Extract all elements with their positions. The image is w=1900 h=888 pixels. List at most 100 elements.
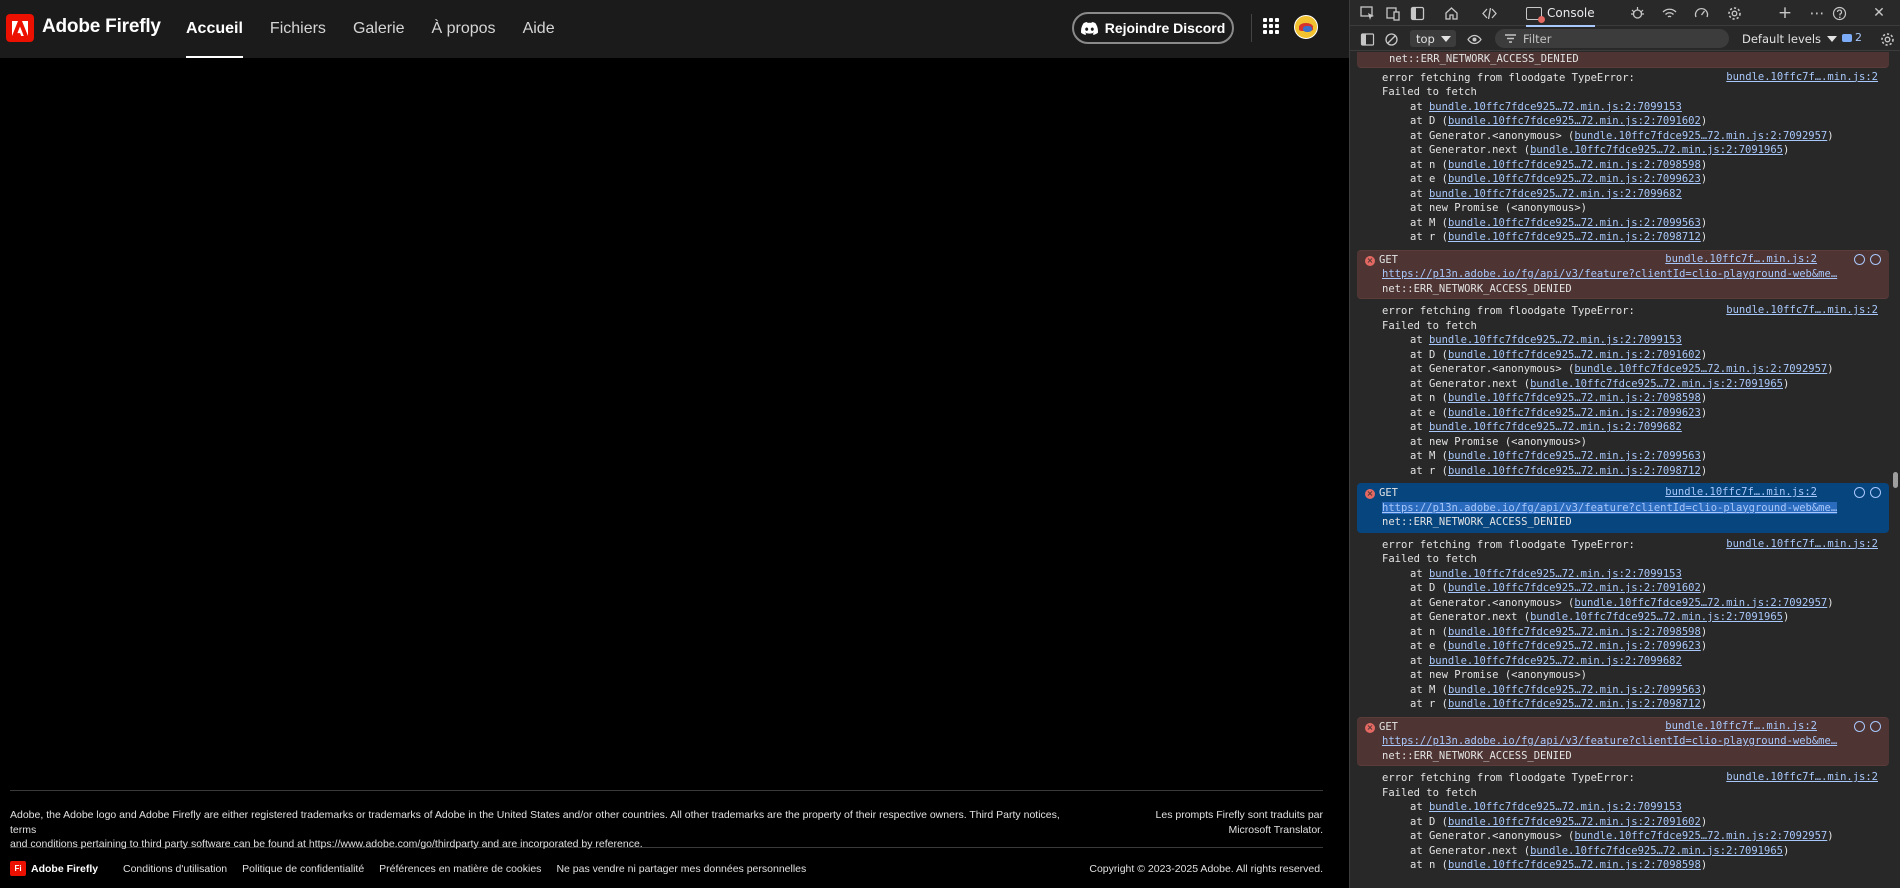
footer-link-privacy[interactable]: Politique de confidentialité bbox=[242, 863, 364, 875]
scrollbar-thumb[interactable] bbox=[1893, 472, 1898, 488]
clear-console-icon[interactable] bbox=[1382, 30, 1400, 48]
stack-frame-link[interactable]: bundle.10ffc7fdce925…72.min.js:2:7099623 bbox=[1448, 640, 1701, 652]
network-request-icon[interactable] bbox=[1854, 253, 1865, 265]
copy-icon[interactable] bbox=[1870, 253, 1881, 265]
context-select[interactable]: top bbox=[1410, 30, 1456, 47]
stack-frame-link[interactable]: bundle.10ffc7fdce925…72.min.js:2:7099153 bbox=[1429, 801, 1682, 813]
stack-frame-link[interactable]: bundle.10ffc7fdce925…72.min.js:2:7092957 bbox=[1574, 830, 1827, 842]
network-request-icon[interactable] bbox=[1854, 487, 1865, 498]
stack-frame: at r (bundle.10ffc7fdce925…72.min.js:2:7… bbox=[1410, 698, 1708, 710]
help-icon[interactable] bbox=[1830, 4, 1848, 22]
sidebar-toggle-icon[interactable] bbox=[1408, 4, 1426, 22]
elements-icon[interactable] bbox=[1480, 4, 1498, 22]
apps-grid-icon[interactable] bbox=[1263, 18, 1279, 34]
inspect-icon[interactable] bbox=[1358, 4, 1376, 22]
log-levels-dropdown[interactable]: Default levels bbox=[1742, 32, 1838, 46]
source-link[interactable]: bundle.10ffc7f….min.js:2 bbox=[1726, 71, 1878, 83]
source-link[interactable]: bundle.10ffc7f….min.js:2 bbox=[1665, 253, 1817, 265]
source-link[interactable]: bundle.10ffc7f….min.js:2 bbox=[1665, 720, 1817, 732]
stack-frame-link[interactable]: bundle.10ffc7fdce925…72.min.js:2:7099153 bbox=[1429, 101, 1682, 113]
sources-icon[interactable] bbox=[1628, 4, 1646, 22]
live-expression-eye-icon[interactable] bbox=[1465, 30, 1483, 48]
stack-frame: at bundle.10ffc7fdce925…72.min.js:2:7099… bbox=[1410, 100, 1682, 113]
stack-frame-link[interactable]: bundle.10ffc7fdce925…72.min.js:2:7099682 bbox=[1429, 188, 1682, 200]
stack-frame-link[interactable]: bundle.10ffc7fdce925…72.min.js:2:7091602 bbox=[1448, 115, 1701, 127]
close-icon[interactable]: ✕ bbox=[1870, 4, 1888, 22]
nav-item-accueil[interactable]: Accueil bbox=[186, 0, 243, 58]
adobe-logo-icon[interactable] bbox=[6, 14, 34, 42]
settings-icon[interactable] bbox=[1725, 4, 1743, 22]
source-link[interactable]: bundle.10ffc7f….min.js:2 bbox=[1726, 304, 1878, 316]
footer-link-terms[interactable]: Conditions d'utilisation bbox=[123, 863, 227, 875]
request-url-link[interactable]: https://p13n.adobe.io/fg/api/v3/feature?… bbox=[1382, 735, 1837, 747]
console-log-message[interactable]: error fetching from floodgate TypeError:… bbox=[1350, 68, 1890, 248]
stack-frame-link[interactable]: bundle.10ffc7fdce925…72.min.js:2:7092957 bbox=[1574, 363, 1827, 375]
home-icon[interactable] bbox=[1442, 4, 1460, 22]
performance-icon[interactable] bbox=[1692, 4, 1710, 22]
add-tab-icon[interactable]: + bbox=[1776, 3, 1794, 23]
stack-frame-link[interactable]: bundle.10ffc7fdce925…72.min.js:2:7098712 bbox=[1448, 231, 1701, 243]
footer-link-do-not-sell[interactable]: Ne pas vendre ni partager mes données pe… bbox=[556, 863, 806, 875]
stack-frame-link[interactable]: bundle.10ffc7fdce925…72.min.js:2:7099682 bbox=[1429, 421, 1682, 433]
console-log-message[interactable]: error fetching from floodgate TypeError:… bbox=[1350, 768, 1890, 876]
device-toolbar-icon[interactable] bbox=[1384, 4, 1402, 22]
stack-frame-link[interactable]: bundle.10ffc7fdce925…72.min.js:2:7098598 bbox=[1448, 859, 1701, 871]
network-icon[interactable] bbox=[1660, 4, 1678, 22]
stack-frame-link[interactable]: bundle.10ffc7fdce925…72.min.js:2:7099563 bbox=[1448, 450, 1701, 462]
console-log-message[interactable]: error fetching from floodgate TypeError:… bbox=[1350, 535, 1890, 715]
nav-item-galerie[interactable]: Galerie bbox=[353, 0, 405, 58]
console-log-message[interactable]: error fetching from floodgate TypeError:… bbox=[1350, 301, 1890, 481]
source-link[interactable]: bundle.10ffc7f….min.js:2 bbox=[1726, 538, 1878, 550]
tab-console[interactable]: Console bbox=[1526, 0, 1595, 27]
stack-frame-link[interactable]: bundle.10ffc7fdce925…72.min.js:2:7099623 bbox=[1448, 173, 1701, 185]
stack-frame-link[interactable]: bundle.10ffc7fdce925…72.min.js:2:7092957 bbox=[1574, 597, 1827, 609]
stack-frame-link[interactable]: bundle.10ffc7fdce925…72.min.js:2:7099563 bbox=[1448, 217, 1701, 229]
stack-frame-link[interactable]: bundle.10ffc7fdce925…72.min.js:2:7091965 bbox=[1530, 144, 1783, 156]
stack-frame-link[interactable]: bundle.10ffc7fdce925…72.min.js:2:7091965 bbox=[1530, 845, 1783, 857]
stack-frame-link[interactable]: bundle.10ffc7fdce925…72.min.js:2:7091602 bbox=[1448, 582, 1701, 594]
request-url-link[interactable]: https://p13n.adobe.io/fg/api/v3/feature?… bbox=[1382, 268, 1837, 280]
copy-icon[interactable] bbox=[1870, 720, 1881, 732]
console-filter-input[interactable]: Filter bbox=[1495, 29, 1729, 48]
console-error-network[interactable]: × GET bundle.10ffc7f….min.js:2 https://p13n… bbox=[1357, 483, 1889, 533]
copy-icon[interactable] bbox=[1870, 487, 1881, 498]
network-request-icon[interactable] bbox=[1854, 720, 1865, 732]
console-error-network[interactable]: × GET bundle.10ffc7f….min.js:2 https://p13n… bbox=[1357, 249, 1889, 299]
console-error-network[interactable]: × GET bundle.10ffc7f….min.js:2 https://p13n… bbox=[1357, 716, 1889, 766]
footer-link-cookies[interactable]: Préférences en matière de cookies bbox=[379, 863, 541, 875]
stack-frame-link[interactable]: bundle.10ffc7fdce925…72.min.js:2:7099623 bbox=[1448, 407, 1701, 419]
stack-frame-link[interactable]: bundle.10ffc7fdce925…72.min.js:2:7091602 bbox=[1448, 816, 1701, 828]
request-url-link[interactable]: https://p13n.adobe.io/fg/api/v3/feature?… bbox=[1382, 501, 1838, 514]
source-link[interactable]: bundle.10ffc7f….min.js:2 bbox=[1665, 486, 1817, 498]
filter-icon bbox=[1505, 34, 1516, 43]
stack-frame-link[interactable]: bundle.10ffc7fdce925…72.min.js:2:7099563 bbox=[1448, 684, 1701, 696]
stack-frame-link[interactable]: bundle.10ffc7fdce925…72.min.js:2:7091602 bbox=[1448, 349, 1701, 361]
nav-item-a-propos[interactable]: À propos bbox=[432, 0, 496, 58]
issues-counter[interactable]: 2 bbox=[1842, 31, 1862, 44]
console-settings-icon[interactable] bbox=[1878, 30, 1896, 48]
join-discord-button[interactable]: Rejoindre Discord bbox=[1072, 12, 1234, 44]
source-link[interactable]: bundle.10ffc7f….min.js:2 bbox=[1726, 771, 1878, 783]
stack-frame-link[interactable]: bundle.10ffc7fdce925…72.min.js:2:7098712 bbox=[1448, 698, 1701, 710]
stack-frame-link[interactable]: bundle.10ffc7fdce925…72.min.js:2:7099153 bbox=[1429, 334, 1682, 346]
stack-frame-link[interactable]: bundle.10ffc7fdce925…72.min.js:2:7099682 bbox=[1429, 655, 1682, 667]
console-scrollbar[interactable] bbox=[1890, 52, 1900, 888]
console-sidebar-icon[interactable] bbox=[1358, 30, 1376, 48]
stack-frame: at Generator.next (bundle.10ffc7fdce925…… bbox=[1410, 844, 1790, 857]
console-messages[interactable]: net::ERR_NETWORK_ACCESS_DENIED error fet… bbox=[1350, 52, 1890, 888]
brand-name[interactable]: Adobe Firefly bbox=[42, 16, 161, 38]
nav-item-aide[interactable]: Aide bbox=[523, 0, 555, 58]
stack-frame-link[interactable]: bundle.10ffc7fdce925…72.min.js:2:7091965 bbox=[1530, 378, 1783, 390]
stack-frame: at e (bundle.10ffc7fdce925…72.min.js:2:7… bbox=[1410, 406, 1708, 419]
stack-frame-link[interactable]: bundle.10ffc7fdce925…72.min.js:2:7098598 bbox=[1448, 626, 1701, 638]
stack-frame-link[interactable]: bundle.10ffc7fdce925…72.min.js:2:7092957 bbox=[1574, 130, 1827, 142]
stack-frame-link[interactable]: bundle.10ffc7fdce925…72.min.js:2:7091965 bbox=[1530, 611, 1783, 623]
user-avatar[interactable] bbox=[1294, 15, 1318, 39]
stack-frame-link[interactable]: bundle.10ffc7fdce925…72.min.js:2:7098598 bbox=[1448, 392, 1701, 404]
more-icon[interactable]: ⋯ bbox=[1808, 4, 1826, 22]
stack-frame-link[interactable]: bundle.10ffc7fdce925…72.min.js:2:7099153 bbox=[1429, 568, 1682, 580]
stack-frame-link[interactable]: bundle.10ffc7fdce925…72.min.js:2:7098712 bbox=[1448, 465, 1701, 477]
nav-item-fichiers[interactable]: Fichiers bbox=[270, 0, 326, 58]
console-error-partial[interactable]: net::ERR_NETWORK_ACCESS_DENIED bbox=[1357, 52, 1889, 68]
stack-frame-link[interactable]: bundle.10ffc7fdce925…72.min.js:2:7098598 bbox=[1448, 159, 1701, 171]
